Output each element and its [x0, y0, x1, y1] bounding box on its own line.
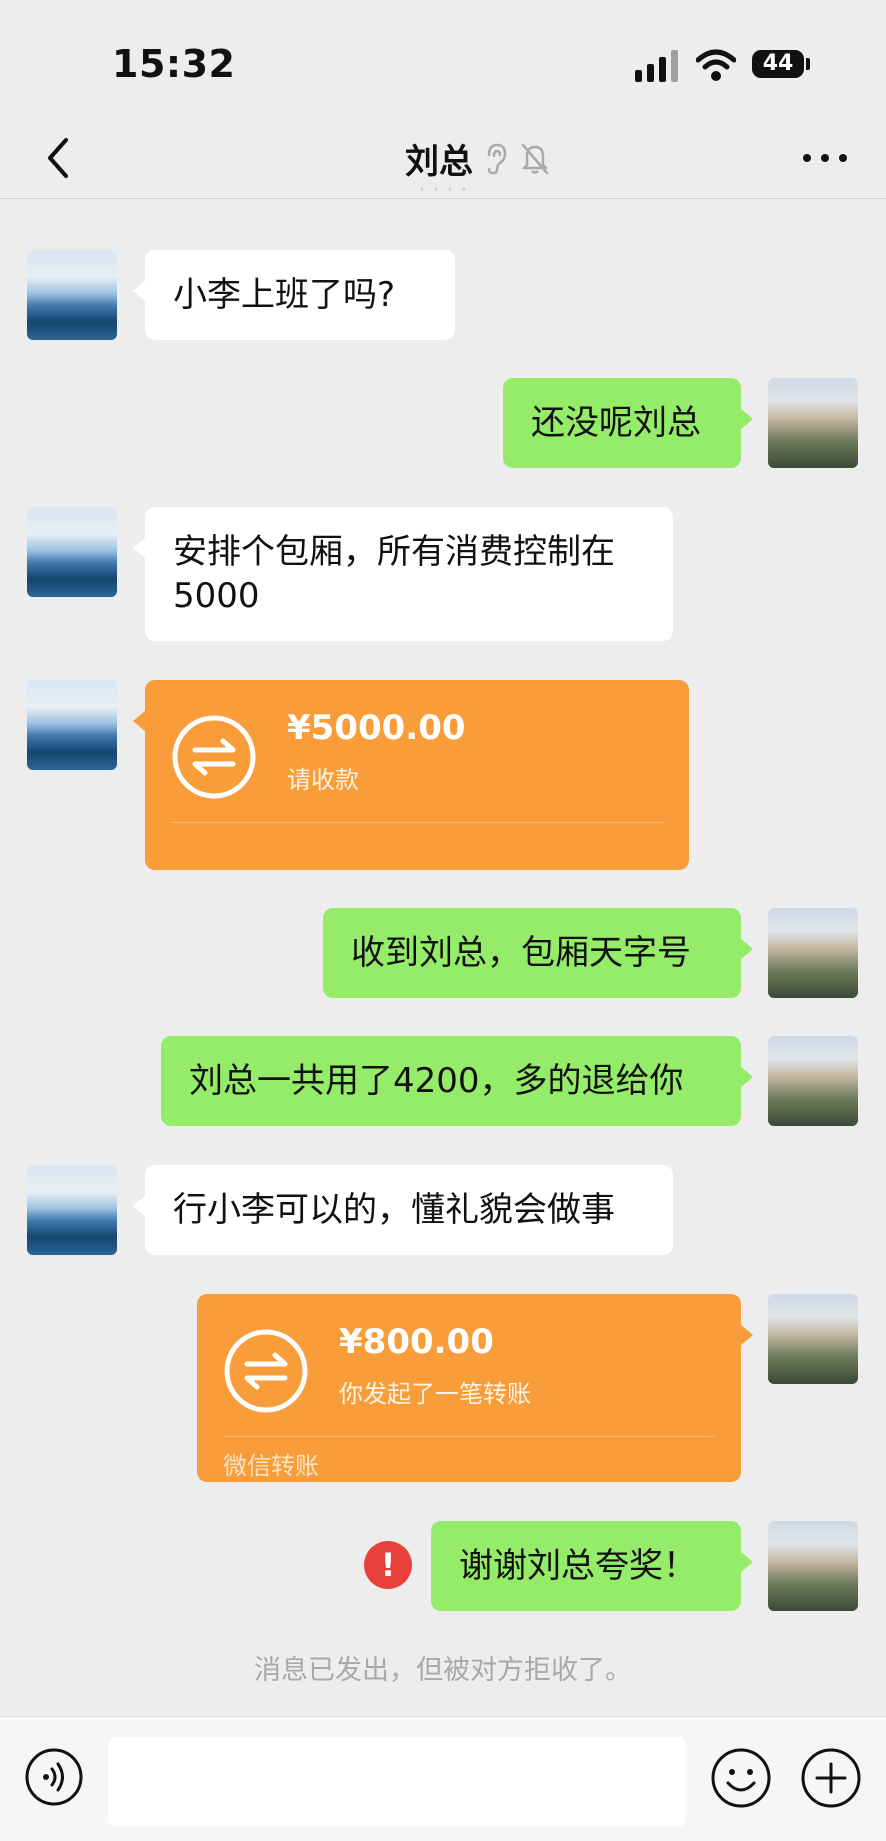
message-bubble-outgoing[interactable]: 收到刘总，包厢天字号 [323, 908, 753, 998]
bell-muted-icon [521, 143, 549, 175]
transfer-card-incoming[interactable]: ¥5000.00 请收款 [133, 680, 689, 870]
timestamp-cutoff: · · · · [418, 178, 468, 200]
chat-title: 刘总 [405, 141, 473, 182]
transfer-note: 你发起了一笔转账 [339, 1380, 531, 1408]
transfer-divider [171, 822, 663, 823]
status-bar: 15:32 44 [0, 0, 886, 120]
transfer-note: 请收款 [287, 766, 359, 794]
transfer-amount: ¥800.00 [339, 1322, 494, 1362]
transfer-arrows-icon [172, 715, 256, 799]
transfer-amount: ¥5000.00 [287, 708, 466, 748]
message-bubble-incoming[interactable]: 小李上班了吗? [133, 250, 455, 340]
transfer-card-outgoing[interactable]: ¥800.00 你发起了一笔转账 微信转账 [197, 1294, 753, 1482]
message-text-line: 安排个包厢，所有消费控制在 [173, 532, 615, 572]
message-text: 谢谢刘总夸奖！ [459, 1546, 697, 1586]
battery-tip [806, 58, 810, 70]
my-avatar[interactable] [768, 908, 858, 998]
contact-avatar[interactable] [27, 250, 117, 340]
transfer-arrows-icon [224, 1329, 308, 1413]
message-bubble-outgoing[interactable]: 谢谢刘总夸奖！ [431, 1521, 753, 1611]
input-bar [0, 1716, 886, 1841]
message-bubble-outgoing[interactable]: 刘总一共用了4200，多的退给你 [161, 1036, 753, 1126]
status-time: 15:32 [112, 42, 236, 86]
plus-icon[interactable] [800, 1747, 862, 1809]
my-avatar[interactable] [768, 1036, 858, 1126]
voice-icon[interactable] [24, 1747, 84, 1807]
message-text: 刘总一共用了4200，多的退给你 [189, 1061, 684, 1101]
transfer-footer: 微信转账 [223, 1452, 319, 1480]
message-text: 小李上班了吗? [173, 275, 396, 315]
contact-avatar[interactable] [27, 680, 117, 770]
emoji-icon[interactable] [710, 1747, 772, 1809]
message-text-line: 5000 [173, 576, 260, 616]
message-bubble-incoming[interactable]: 行小李可以的，懂礼貌会做事 [133, 1165, 673, 1255]
message-input[interactable] [108, 1737, 686, 1827]
battery-indicator: 44 [752, 50, 804, 78]
my-avatar[interactable] [768, 1294, 858, 1384]
transfer-divider [223, 1436, 715, 1437]
message-text: 行小李可以的，懂礼貌会做事 [173, 1190, 615, 1230]
wifi-icon [696, 49, 736, 81]
contact-avatar[interactable] [27, 507, 117, 597]
cellular-signal-icon [635, 50, 681, 82]
ear-icon [487, 143, 507, 175]
my-avatar[interactable] [768, 378, 858, 468]
message-bubble-incoming[interactable]: 安排个包厢，所有消费控制在 5000 [133, 507, 673, 641]
send-failed-icon[interactable]: ! [364, 1541, 412, 1589]
contact-avatar[interactable] [27, 1165, 117, 1255]
message-bubble-outgoing[interactable]: 还没呢刘总 [503, 378, 753, 468]
message-text: 还没呢刘总 [531, 403, 701, 443]
my-avatar[interactable] [768, 1521, 858, 1611]
message-text: 收到刘总，包厢天字号 [351, 933, 691, 973]
system-notice: 消息已发出，但被对方拒收了。 [254, 1655, 632, 1686]
